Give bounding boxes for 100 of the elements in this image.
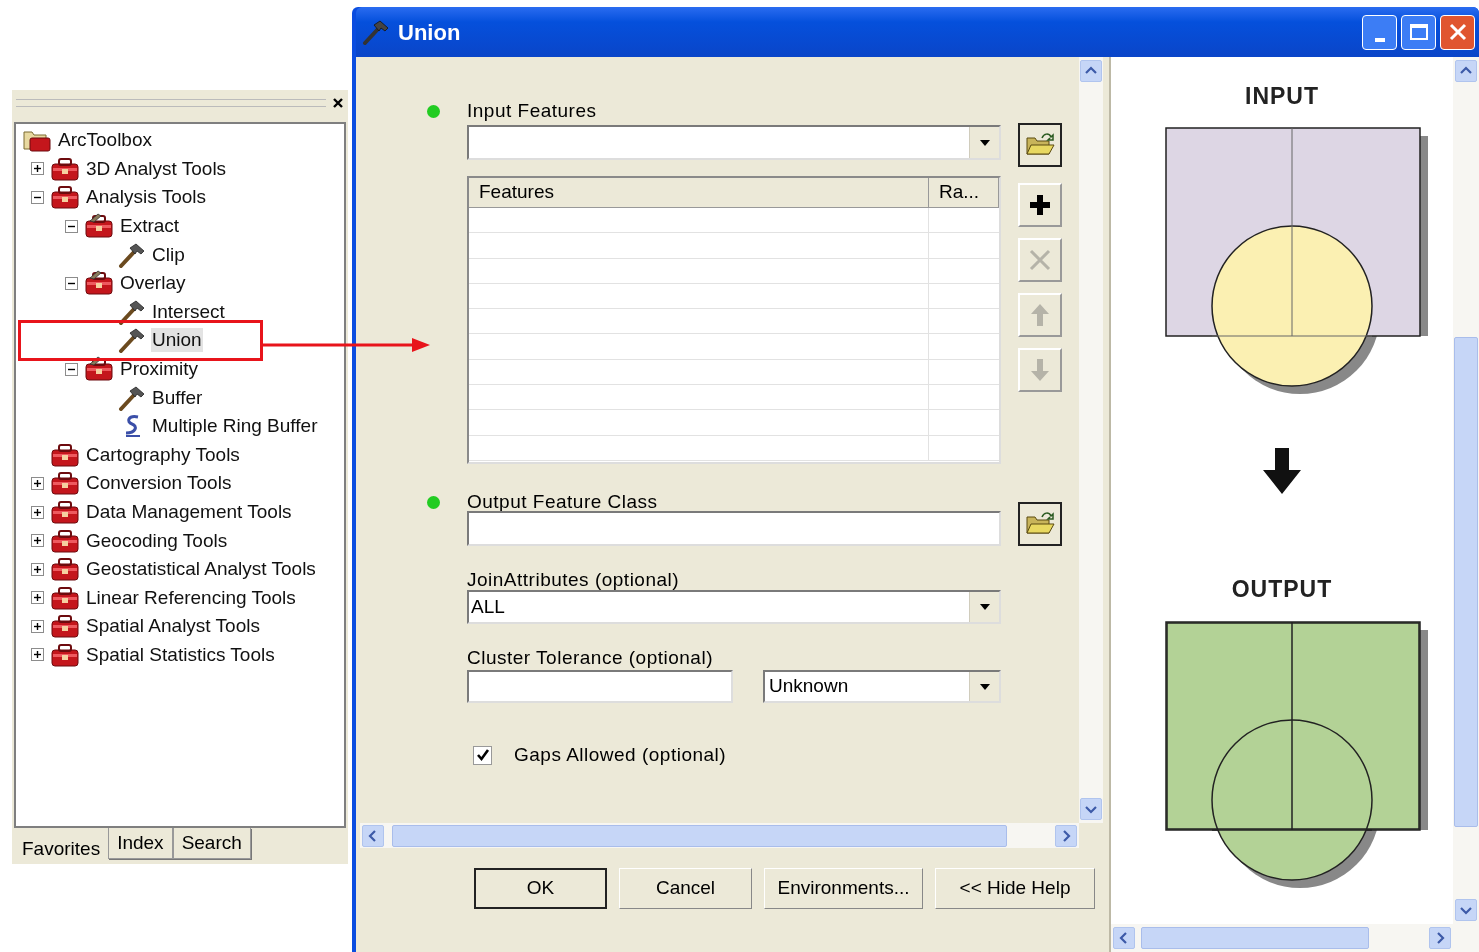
toolbox-icon (50, 584, 80, 611)
field-label: Cluster Tolerance (optional) (467, 646, 714, 670)
hammer-icon (118, 327, 146, 354)
dialog-button[interactable]: OK (474, 868, 607, 909)
collapse-toggle[interactable] (65, 362, 78, 376)
dialog-button[interactable]: Cancel (619, 868, 752, 909)
expand-toggle[interactable] (31, 534, 44, 548)
scroll-right-button[interactable] (1055, 824, 1077, 847)
hammer-icon (118, 298, 146, 325)
diagram-caption: OUTPUT (1231, 574, 1333, 604)
dropdown-button[interactable] (969, 592, 999, 622)
combo-value: Unknown (768, 674, 850, 699)
tree-item[interactable]: 3D Analyst Tools (85, 156, 228, 181)
scrollbar-thumb[interactable] (392, 824, 1007, 847)
tree-item[interactable]: Intersect (151, 299, 226, 324)
hammer-icon (118, 384, 146, 411)
scroll-right-button[interactable] (1429, 927, 1451, 949)
toolbox-icon (50, 499, 80, 525)
tree-item[interactable]: Union (151, 328, 203, 353)
toolbox-icon (50, 613, 80, 640)
close-icon[interactable] (332, 97, 344, 109)
tree-item[interactable]: Multiple Ring Buffer (151, 414, 319, 439)
plus-icon (33, 478, 42, 488)
scroll-left-button[interactable] (362, 824, 384, 847)
check-icon (475, 748, 490, 763)
caret-icon (979, 139, 990, 146)
tree-item[interactable]: Extract (119, 214, 181, 239)
window-title: Union (398, 18, 461, 47)
plus-icon (1028, 193, 1052, 217)
expand-toggle[interactable] (31, 505, 44, 519)
open-folder-icon (1025, 132, 1055, 158)
browse-button[interactable] (1018, 123, 1062, 167)
scrollbar-thumb[interactable] (1454, 337, 1478, 827)
field-label: JoinAttributes (optional) (467, 568, 681, 590)
tree-item[interactable]: Geocoding Tools (85, 528, 229, 553)
scroll-left-button[interactable] (1113, 927, 1135, 949)
expand-toggle[interactable] (31, 619, 44, 633)
plus-icon (33, 164, 42, 174)
panel-tab[interactable]: Index (108, 828, 173, 859)
up-arrow-icon (1030, 303, 1050, 327)
field-label: Output Feature Class (467, 490, 659, 514)
tree-item[interactable]: Buffer (151, 385, 204, 410)
units-combo[interactable]: Unknown (763, 670, 1001, 703)
expand-toggle[interactable] (31, 162, 44, 176)
expand-toggle[interactable] (31, 562, 44, 576)
dialog-button[interactable]: << Hide Help (935, 868, 1095, 909)
cluster-tolerance-field[interactable] (467, 670, 733, 703)
open-folder-icon (1025, 511, 1055, 537)
tree-item[interactable]: Proximity (119, 357, 200, 382)
tree-item[interactable]: Cartography Tools (85, 442, 241, 467)
scroll-down-button[interactable] (1080, 798, 1102, 820)
collapse-toggle[interactable] (65, 219, 78, 233)
dialog-button[interactable]: Environments... (764, 868, 923, 909)
tree-item[interactable]: ArcToolbox (57, 128, 153, 153)
scrollbar-thumb[interactable] (1141, 927, 1369, 949)
tree-item[interactable]: Spatial Analyst Tools (85, 614, 261, 639)
toolbox-icon (50, 556, 80, 583)
tree-item[interactable]: Conversion Tools (85, 471, 233, 496)
toolbox-icon (50, 184, 80, 211)
caret-icon (979, 604, 990, 610)
tree-item[interactable]: Overlay (119, 271, 187, 296)
add-button[interactable] (1018, 183, 1062, 227)
tree-item[interactable]: Data Management Tools (85, 500, 293, 524)
panel-tab[interactable]: Search (172, 828, 251, 859)
maximize-button[interactable] (1401, 14, 1436, 50)
plus-icon (33, 507, 42, 517)
toolbox-icon (50, 642, 80, 668)
tree-item[interactable]: Linear Referencing Tools (85, 585, 297, 610)
scroll-down-button[interactable] (1455, 899, 1477, 921)
minimize-button[interactable] (1362, 14, 1397, 50)
tree-item[interactable]: Analysis Tools (85, 185, 208, 210)
expand-toggle[interactable] (31, 648, 44, 662)
column-header[interactable]: Features (469, 178, 929, 207)
browse-button[interactable] (1018, 502, 1062, 546)
hammer-icon (362, 19, 390, 45)
close-icon (1448, 23, 1467, 41)
dropdown-button[interactable] (969, 127, 999, 158)
diagram-caption: INPUT (1245, 82, 1319, 111)
collapse-toggle[interactable] (31, 191, 44, 204)
expand-toggle[interactable] (31, 591, 44, 605)
collapse-toggle[interactable] (65, 276, 78, 290)
toolbox-icon (50, 527, 80, 554)
input-features-combo[interactable] (467, 125, 1001, 160)
field-label: Input Features (467, 99, 598, 123)
scroll-up-button[interactable] (1455, 60, 1477, 82)
expand-toggle[interactable] (31, 476, 44, 490)
checkbox[interactable] (473, 745, 492, 765)
join-attributes-combo[interactable]: ALL (467, 590, 1001, 624)
output-feature-class-field[interactable] (467, 511, 1001, 546)
close-button[interactable] (1440, 14, 1475, 50)
column-header[interactable]: Ra... (929, 178, 999, 207)
checkbox-label: Gaps Allowed (optional) (514, 743, 727, 767)
dropdown-button[interactable] (969, 672, 999, 701)
down-arrow-icon (1263, 447, 1301, 494)
panel-grip[interactable] (16, 99, 326, 107)
toolset-icon (84, 356, 114, 383)
tree-item[interactable]: Geostatistical Analyst Tools (85, 557, 317, 582)
tree-item[interactable]: Clip (151, 242, 186, 267)
tree-item[interactable]: Spatial Statistics Tools (85, 643, 276, 667)
scroll-up-button[interactable] (1080, 60, 1102, 82)
